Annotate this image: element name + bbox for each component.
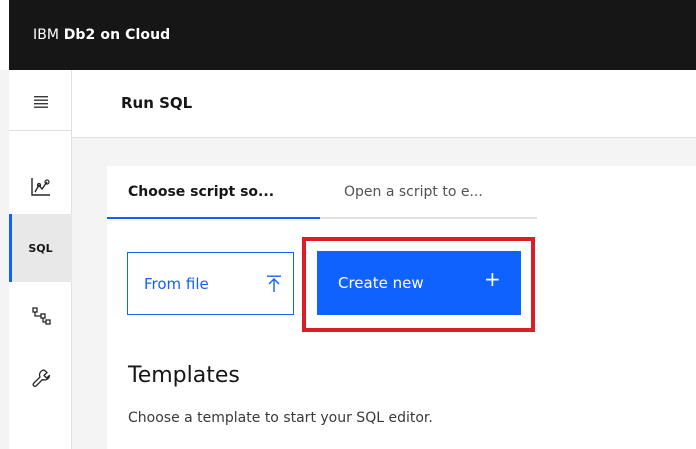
line-chart-icon (30, 178, 50, 196)
sql-label: SQL (28, 241, 53, 255)
page-title: Run SQL (121, 94, 193, 112)
wrench-icon (32, 369, 50, 387)
from-file-button[interactable]: From file (127, 252, 294, 315)
from-file-label: From file (144, 274, 209, 293)
run-sql-panel: Choose script so... Open a script to e..… (107, 166, 696, 449)
left-nav-rail: SQL (9, 70, 72, 449)
templates-heading: Templates (128, 363, 240, 388)
brand-logo[interactable]: IBM Db2 on Cloud (33, 27, 170, 43)
plus-icon: + (484, 267, 501, 291)
rail-item-schema[interactable] (9, 293, 72, 339)
create-new-label: Create new (338, 274, 424, 292)
page-header: Run SQL (72, 70, 696, 138)
templates-description: Choose a template to start your SQL edit… (128, 410, 433, 426)
upload-icon (267, 275, 281, 292)
create-new-button[interactable]: Create new + (317, 251, 521, 315)
top-header: IBM Db2 on Cloud (0, 0, 696, 70)
brand-ibm: IBM (33, 27, 60, 43)
app-window: IBM Db2 on Cloud SQL Run SQL Choose scri… (0, 0, 696, 449)
hierarchy-icon (31, 307, 51, 325)
tab-choose-script-source[interactable]: Choose script so... (107, 166, 320, 219)
rail-item-sql[interactable]: SQL (9, 214, 72, 282)
tab-open-script[interactable]: Open a script to e... (320, 166, 537, 219)
rail-divider (9, 130, 72, 131)
rail-item-monitor[interactable] (9, 164, 72, 210)
brand-product: Db2 on Cloud (63, 27, 171, 43)
menu-button[interactable] (9, 79, 72, 125)
header-edge (0, 0, 9, 70)
rail-item-administration[interactable] (9, 355, 72, 401)
script-tabs: Choose script so... Open a script to e..… (107, 166, 537, 219)
hamburger-icon (33, 96, 48, 108)
